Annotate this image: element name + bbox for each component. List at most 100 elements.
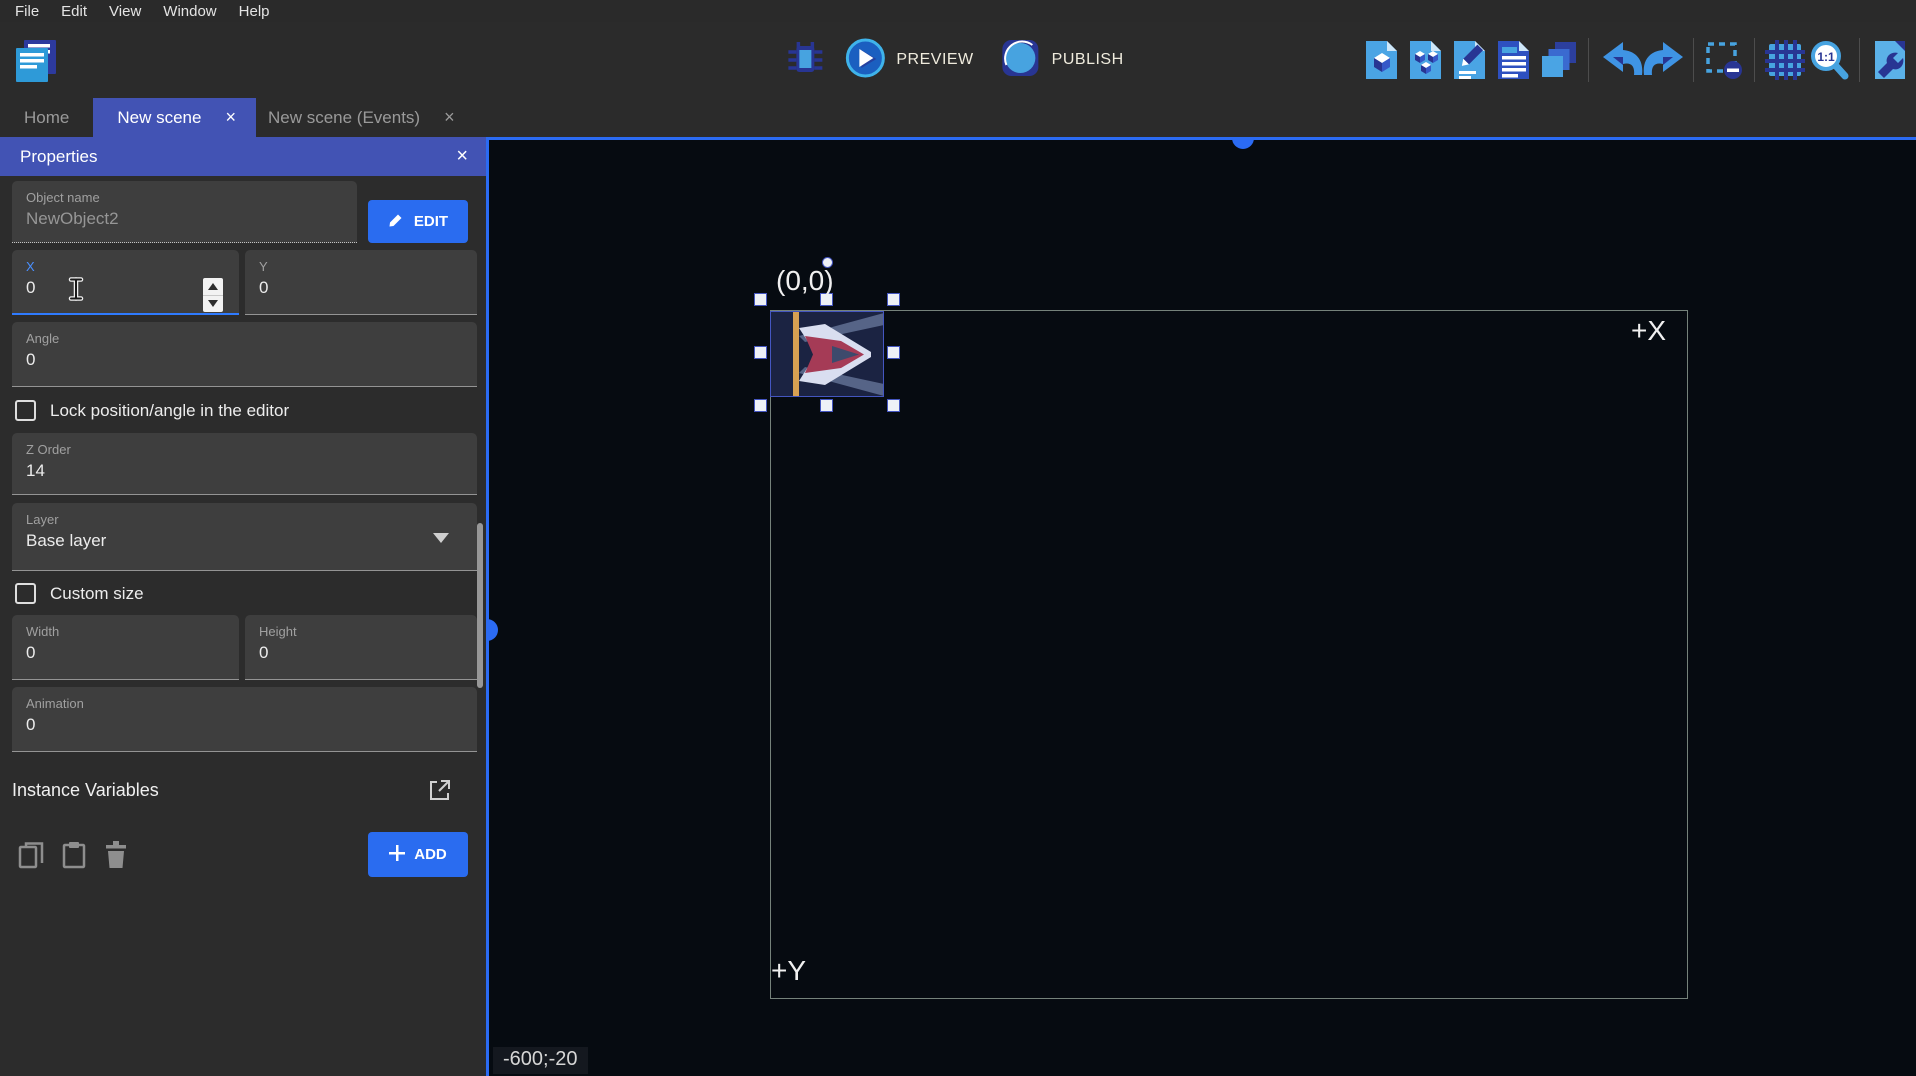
tab-new-scene[interactable]: New scene × [93, 98, 256, 137]
object-name-field: Object name NewObject2 [12, 181, 357, 243]
objects-editor-icon[interactable] [1362, 38, 1402, 82]
resize-handle-bottom-left[interactable] [754, 399, 767, 412]
redo-icon[interactable] [1643, 38, 1683, 82]
object-groups-icon[interactable] [1406, 38, 1446, 82]
field-value: NewObject2 [26, 208, 343, 230]
field-label: Object name [26, 190, 343, 205]
field-value: 0 [259, 277, 463, 299]
field-label: Z Order [26, 442, 463, 457]
z-order-field[interactable]: Z Order 14 [12, 433, 477, 495]
grid-icon[interactable] [1765, 38, 1805, 82]
panel-scrollbar-thumb[interactable] [477, 523, 483, 688]
resize-handle-bottom-center[interactable] [820, 399, 833, 412]
panel-title: Properties [20, 147, 97, 167]
field-label: X [26, 259, 225, 274]
tab-new-scene-events[interactable]: New scene (Events) × [256, 98, 467, 137]
add-button-label: ADD [414, 846, 447, 863]
open-in-new-icon[interactable] [428, 778, 452, 807]
checkbox-label: Lock position/angle in the editor [50, 401, 289, 421]
cursor-coordinates: -600;-20 [493, 1047, 588, 1074]
add-variable-button[interactable]: ADD [368, 832, 468, 877]
custom-size-row: Custom size [15, 583, 144, 604]
y-position-field[interactable]: Y 0 [245, 250, 477, 315]
preview-label: PREVIEW [896, 51, 973, 69]
menu-bar: File Edit View Window Help [0, 0, 1916, 22]
panel-close-icon[interactable]: × [456, 145, 468, 168]
lock-position-checkbox[interactable] [15, 400, 36, 421]
publish-button[interactable]: PUBLISH [994, 36, 1130, 85]
number-stepper[interactable] [203, 278, 223, 312]
toolbar-separator [1693, 38, 1694, 82]
field-value: Base layer [26, 530, 463, 552]
preview-button[interactable]: PREVIEW [838, 36, 979, 85]
field-label: Layer [26, 512, 463, 527]
menu-view[interactable]: View [98, 3, 152, 20]
undo-icon[interactable] [1599, 38, 1639, 82]
angle-field[interactable]: Angle 0 [12, 322, 477, 387]
instance-variables-title: Instance Variables [12, 780, 159, 801]
tab-label: Home [12, 108, 81, 128]
resize-handle-bottom-right[interactable] [887, 399, 900, 412]
x-position-field[interactable]: X 0 [12, 250, 239, 315]
copy-icon[interactable] [18, 841, 44, 874]
selection-outline [770, 311, 884, 397]
field-label: Angle [26, 331, 463, 346]
main-toolbar: PREVIEW PUBLISH [0, 22, 1916, 98]
tab-close-icon[interactable]: × [432, 107, 467, 128]
width-field[interactable]: Width 0 [12, 615, 239, 680]
edit-button-label: EDIT [414, 213, 448, 230]
menu-help[interactable]: Help [228, 3, 281, 20]
toolbar-center: PREVIEW PUBLISH [786, 22, 1129, 98]
properties-icon[interactable] [1450, 38, 1490, 82]
canvas-hscroll-thumb[interactable] [1232, 137, 1254, 149]
tab-close-icon[interactable]: × [213, 107, 248, 128]
deselect-icon[interactable] [1704, 38, 1744, 82]
paste-icon[interactable] [61, 841, 87, 874]
height-field[interactable]: Height 0 [245, 615, 477, 680]
zoom-original-icon[interactable]: 1:1 [1809, 38, 1849, 82]
stepper-up-icon[interactable] [203, 278, 223, 296]
x-axis-label: +X [1631, 315, 1666, 347]
project-manager-icon[interactable] [12, 36, 60, 86]
y-axis-label: +Y [771, 955, 806, 987]
debug-icon[interactable] [786, 38, 824, 83]
publish-orb-icon [1000, 37, 1042, 84]
scene-canvas[interactable]: (0,0) +X +Y -600;-20 [486, 137, 1916, 1076]
toolbar-separator [1754, 38, 1755, 82]
canvas-hscroll-line [486, 137, 1916, 140]
toolbar-separator [1588, 38, 1589, 82]
scene-window-border [770, 310, 1688, 999]
menu-file[interactable]: File [4, 3, 50, 20]
plus-icon [389, 845, 405, 865]
field-label: Animation [26, 696, 463, 711]
publish-label: PUBLISH [1052, 51, 1124, 69]
text-cursor [68, 277, 84, 306]
animation-field[interactable]: Animation 0 [12, 687, 477, 752]
field-label: Height [259, 624, 463, 639]
resize-handle-middle-left[interactable] [754, 346, 767, 359]
project-settings-icon[interactable] [1870, 38, 1910, 82]
properties-panel: Properties × Object name NewObject2 EDIT… [0, 137, 486, 1076]
tab-label: New scene [105, 108, 213, 128]
edit-object-button[interactable]: EDIT [368, 200, 468, 243]
canvas-vscroll-thumb[interactable] [486, 619, 498, 641]
field-value: 0 [26, 642, 225, 664]
trash-icon[interactable] [104, 841, 128, 874]
toolbar-separator [1859, 38, 1860, 82]
custom-size-checkbox[interactable] [15, 583, 36, 604]
menu-window[interactable]: Window [152, 3, 227, 20]
stepper-down-icon[interactable] [203, 296, 223, 313]
field-value: 14 [26, 460, 463, 482]
tab-home[interactable]: Home [0, 98, 93, 137]
instance-variables-toolbar [18, 841, 128, 874]
resize-handle-top-right[interactable] [887, 293, 900, 306]
resize-handle-middle-right[interactable] [887, 346, 900, 359]
tab-label: New scene (Events) [256, 108, 432, 128]
resize-handle-top-left[interactable] [754, 293, 767, 306]
instances-list-icon[interactable] [1494, 38, 1534, 82]
layers-icon[interactable] [1538, 38, 1578, 82]
menu-edit[interactable]: Edit [50, 3, 98, 20]
chevron-down-icon[interactable] [433, 533, 449, 543]
tab-bar: Home New scene × New scene (Events) × [0, 98, 1916, 137]
layer-select[interactable]: Layer Base layer [12, 503, 477, 571]
